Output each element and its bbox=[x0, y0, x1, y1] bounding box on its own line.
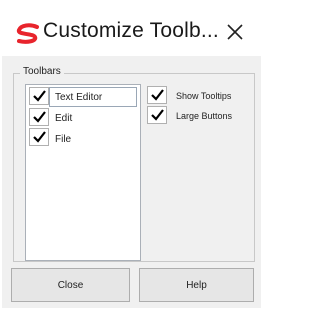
checkmark-icon bbox=[33, 90, 46, 102]
edit-checkbox[interactable] bbox=[29, 108, 49, 126]
large-buttons-label[interactable]: Large Buttons bbox=[176, 111, 232, 121]
checkmark-icon bbox=[33, 111, 46, 123]
text-editor-checkbox[interactable] bbox=[29, 87, 49, 105]
list-item-label[interactable]: File bbox=[55, 134, 71, 145]
close-button[interactable]: Close bbox=[11, 268, 130, 302]
large-buttons-checkbox[interactable] bbox=[147, 106, 167, 124]
list-item-label[interactable]: Text Editor bbox=[55, 92, 102, 103]
app-logo-icon bbox=[16, 23, 39, 44]
list-item-label[interactable]: Edit bbox=[55, 113, 72, 124]
window-title: Customize Toolb... bbox=[43, 19, 219, 42]
close-icon[interactable] bbox=[225, 22, 245, 42]
show-tooltips-checkbox[interactable] bbox=[147, 86, 167, 104]
file-checkbox[interactable] bbox=[29, 128, 49, 146]
help-button[interactable]: Help bbox=[139, 268, 254, 302]
checkmark-icon bbox=[33, 131, 46, 143]
title-bar[interactable]: Customize Toolb... bbox=[0, 0, 263, 56]
show-tooltips-label[interactable]: Show Tooltips bbox=[176, 91, 231, 101]
checkmark-icon bbox=[151, 89, 164, 101]
checkmark-icon bbox=[151, 109, 164, 121]
toolbars-group-label: Toolbars bbox=[20, 66, 64, 77]
